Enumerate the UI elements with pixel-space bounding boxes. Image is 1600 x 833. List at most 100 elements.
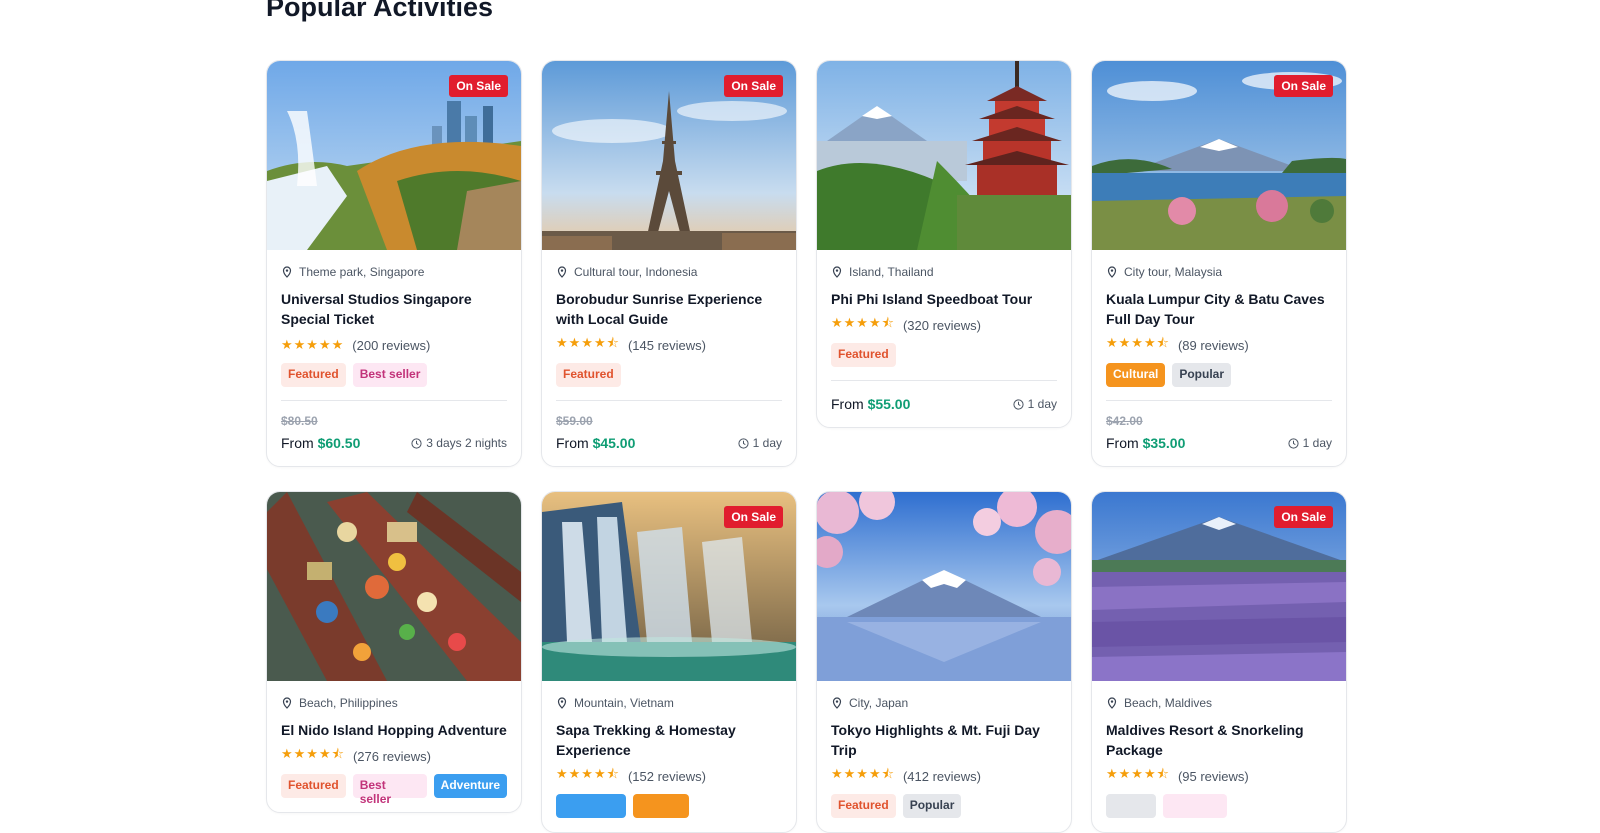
- star-rating-icon: ★★★★⯪: [1106, 766, 1170, 781]
- map-pin-icon: [1107, 697, 1117, 709]
- on-sale-badge: On Sale: [1274, 506, 1333, 528]
- activity-image[interactable]: On Sale: [542, 492, 796, 681]
- activity-card[interactable]: City, Japan Tokyo Highlights & Mt. Fuji …: [816, 491, 1072, 833]
- duration: 3 days 2 nights: [411, 436, 507, 450]
- duration: 1 day: [1288, 436, 1332, 450]
- map-pin-icon: [282, 266, 292, 278]
- duration: 1 day: [738, 436, 782, 450]
- star-rating-icon: ★★★★⯪: [831, 315, 895, 330]
- activity-title[interactable]: El Nido Island Hopping Adventure: [281, 720, 507, 740]
- sale-price: $45.00: [592, 435, 636, 451]
- badge-list: Featured Popular: [831, 794, 1057, 818]
- activity-image[interactable]: On Sale: [1092, 492, 1346, 681]
- activity-image[interactable]: [817, 492, 1071, 681]
- map-pin-icon: [832, 266, 842, 278]
- sale-price: $55.00: [867, 396, 911, 412]
- activity-card[interactable]: On Sale Mountain, Vietnam Sapa Trekking …: [541, 491, 797, 833]
- badge: [1106, 794, 1156, 818]
- badge-best-seller: Best seller: [352, 774, 427, 806]
- location-text: City tour, Malaysia: [1124, 265, 1223, 279]
- activity-title[interactable]: Kuala Lumpur City & Batu Caves Full Day …: [1106, 289, 1332, 329]
- activity-title[interactable]: Phi Phi Island Speedboat Tour: [831, 289, 1057, 309]
- badge: [556, 794, 626, 818]
- activity-image[interactable]: On Sale: [542, 61, 796, 250]
- badge-list: Cultural Popular: [1106, 363, 1332, 387]
- location: Theme park, Singapore: [281, 264, 507, 280]
- activity-title[interactable]: Universal Studios Singapore Special Tick…: [281, 289, 507, 329]
- activity-card[interactable]: On Sale Theme park, Singapore Universal …: [266, 60, 522, 467]
- badge-best-seller: Best seller: [352, 363, 428, 387]
- review-count: (89 reviews): [1177, 337, 1249, 353]
- badge-list: [556, 794, 782, 818]
- activity-image[interactable]: [267, 492, 521, 681]
- location-text: Beach, Philippines: [299, 696, 398, 710]
- activity-card[interactable]: On Sale City tour, Malaysia Kuala Lumpur…: [1091, 60, 1347, 467]
- price: From $60.50: [281, 435, 361, 451]
- activity-title[interactable]: Sapa Trekking & Homestay Experience: [556, 720, 782, 760]
- activity-title[interactable]: Borobudur Sunrise Experience with Local …: [556, 289, 782, 329]
- sale-price: $35.00: [1142, 435, 1186, 451]
- star-rating-icon: ★★★★⯪: [556, 335, 620, 350]
- clock-icon: [1288, 437, 1299, 449]
- location: Beach, Philippines: [281, 695, 507, 711]
- badge-list: Featured: [831, 343, 1057, 367]
- clock-icon: [411, 437, 422, 449]
- badge-cultural: Cultural: [1106, 363, 1166, 387]
- price: From $45.00: [556, 435, 636, 451]
- badge: [633, 794, 689, 818]
- divider: [281, 400, 507, 401]
- on-sale-badge: On Sale: [724, 75, 783, 97]
- badge-featured: Featured: [281, 774, 346, 798]
- map-pin-icon: [557, 697, 567, 709]
- activity-title[interactable]: Tokyo Highlights & Mt. Fuji Day Trip: [831, 720, 1057, 760]
- rating: ★★★★⯪ (145 reviews): [556, 335, 782, 354]
- map-pin-icon: [282, 697, 292, 709]
- location: Island, Thailand: [831, 264, 1057, 280]
- activity-card[interactable]: On Sale Beach, Maldives Maldives Resort …: [1091, 491, 1347, 833]
- rating: ★★★★⯪ (412 reviews): [831, 766, 1057, 785]
- review-count: (276 reviews): [352, 748, 431, 764]
- original-price: $42.00: [1106, 414, 1143, 428]
- location: City tour, Malaysia: [1106, 264, 1332, 280]
- activity-card[interactable]: Beach, Philippines El Nido Island Hoppin…: [266, 491, 522, 813]
- location-text: Cultural tour, Indonesia: [574, 265, 698, 279]
- badge-list: Featured: [556, 363, 782, 387]
- star-rating-icon: ★★★★⯪: [281, 746, 345, 761]
- section-title: Popular Activities: [266, 0, 494, 22]
- divider: [1106, 400, 1332, 401]
- activity-image[interactable]: On Sale: [267, 61, 521, 250]
- rating: ★★★★⯪ (276 reviews): [281, 746, 507, 765]
- activity-image[interactable]: [817, 61, 1071, 250]
- activity-card[interactable]: Island, Thailand Phi Phi Island Speedboa…: [816, 60, 1072, 428]
- location: Beach, Maldives: [1106, 695, 1332, 711]
- map-pin-icon: [1107, 266, 1117, 278]
- review-count: (412 reviews): [902, 768, 981, 784]
- review-count: (152 reviews): [627, 768, 706, 784]
- badge-list: Featured Best seller Adventure: [281, 774, 507, 806]
- activity-image[interactable]: On Sale: [1092, 61, 1346, 250]
- star-rating-icon: ★★★★⯪: [556, 766, 620, 781]
- activity-title[interactable]: Maldives Resort & Snorkeling Package: [1106, 720, 1332, 760]
- badge-featured: Featured: [831, 794, 896, 818]
- duration: 1 day: [1013, 397, 1057, 411]
- map-pin-icon: [832, 697, 842, 709]
- location-text: Island, Thailand: [849, 265, 934, 279]
- badge-popular: Popular: [1172, 363, 1232, 387]
- badge-popular: Popular: [902, 794, 962, 818]
- on-sale-badge: On Sale: [724, 506, 783, 528]
- clock-icon: [738, 437, 749, 449]
- rating: ★★★★⯪ (89 reviews): [1106, 335, 1332, 354]
- star-rating-icon: ★★★★★: [281, 337, 345, 352]
- rating: ★★★★⯪ (320 reviews): [831, 315, 1057, 334]
- location: Mountain, Vietnam: [556, 695, 782, 711]
- rating: ★★★★★ (200 reviews): [281, 336, 507, 354]
- badge-list: [1106, 794, 1332, 818]
- rating: ★★★★⯪ (152 reviews): [556, 766, 782, 785]
- location-text: Mountain, Vietnam: [574, 696, 674, 710]
- star-rating-icon: ★★★★⯪: [831, 766, 895, 781]
- divider: [556, 400, 782, 401]
- badge-featured: Featured: [831, 343, 896, 367]
- rating: ★★★★⯪ (95 reviews): [1106, 766, 1332, 785]
- location: City, Japan: [831, 695, 1057, 711]
- activity-card[interactable]: On Sale Cultural tour, Indonesia Borobud…: [541, 60, 797, 467]
